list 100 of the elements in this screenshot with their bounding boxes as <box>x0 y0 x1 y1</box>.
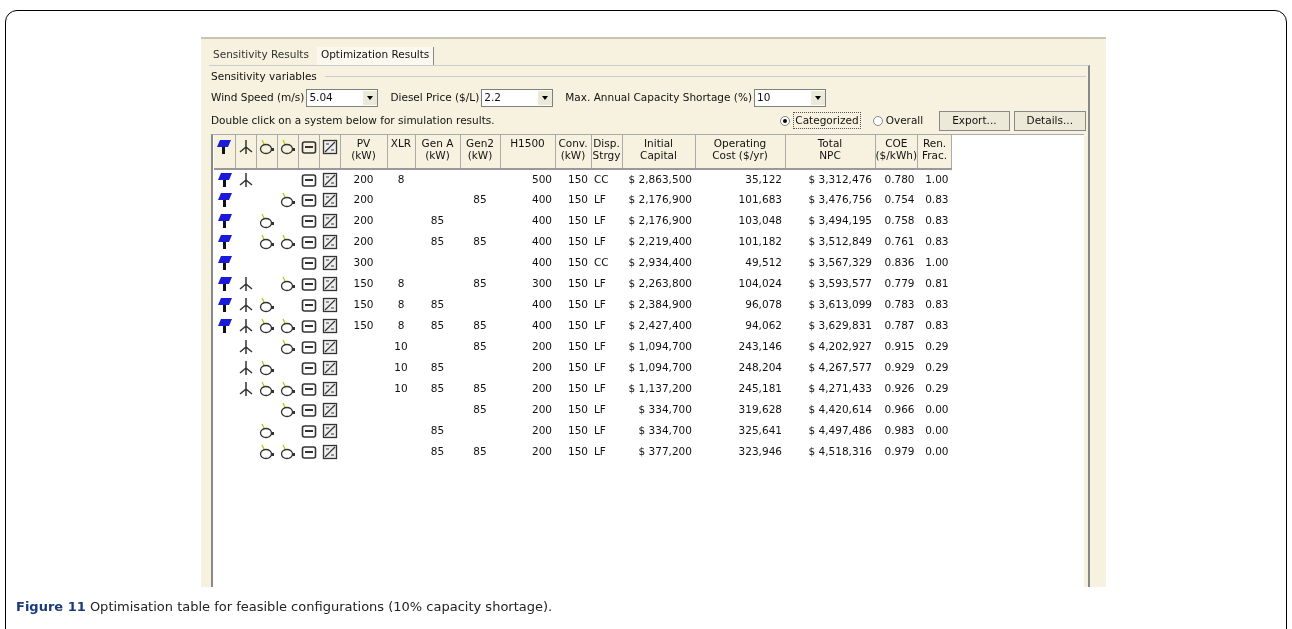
converter-icon <box>321 297 338 313</box>
table-cell: $ 4,420,614 <box>808 403 872 416</box>
table-cell: 325,641 <box>738 424 782 437</box>
table-cell: 200 <box>531 424 552 437</box>
dropdown[interactable]: 10 <box>754 88 826 107</box>
table-cell: $ 4,202,927 <box>808 340 872 353</box>
converter-icon <box>321 423 338 439</box>
converter-icon <box>321 255 338 271</box>
table-cell: 243,146 <box>738 340 782 353</box>
table-cell: 300 <box>353 256 374 269</box>
column-header[interactable]: Gen A (kW) <box>415 134 460 169</box>
tab[interactable]: Sensitivity Results <box>209 47 313 65</box>
hint-text: Double click on a system below for simulation results. <box>211 112 496 128</box>
generator-icon <box>279 318 296 334</box>
battery-icon <box>300 402 317 418</box>
table-cell: 8 <box>397 319 405 332</box>
table-cell: 85 <box>473 382 487 395</box>
table-cell: 49,512 <box>745 256 782 269</box>
table-cell: 0.81 <box>925 277 949 290</box>
table-cell: 85 <box>473 319 487 332</box>
radio-button[interactable] <box>872 115 883 126</box>
table-cell: 85 <box>430 382 445 395</box>
table-cell: 10 <box>394 382 408 395</box>
table-cell: 0.29 <box>925 361 949 374</box>
solar-panel-icon <box>216 276 233 292</box>
battery-icon <box>300 423 317 439</box>
battery-icon <box>300 276 317 292</box>
table-cell: $ 3,476,756 <box>808 193 872 206</box>
column-header[interactable]: XLR <box>387 134 415 169</box>
tab[interactable]: Optimization Results <box>316 47 435 65</box>
battery-icon <box>300 444 317 460</box>
column-header[interactable]: Disp. Strgy <box>591 134 622 169</box>
table-cell: 200 <box>531 361 552 374</box>
table-cell: 150 <box>567 340 588 353</box>
column-header[interactable]: Initial Capital <box>622 134 695 169</box>
table-cell: 400 <box>531 298 552 311</box>
table-cell: $ 2,427,400 <box>628 319 692 332</box>
dropdown[interactable]: 5.04 <box>306 88 379 107</box>
table-cell: 85 <box>430 424 445 437</box>
radio-label: Overall <box>885 112 924 128</box>
wind-turbine-icon <box>237 339 254 355</box>
table-cell: 85 <box>473 235 487 248</box>
table-cell: 0.83 <box>925 235 949 248</box>
dialog-button[interactable]: Details... <box>1013 110 1086 131</box>
column-header[interactable]: Gen2 (kW) <box>460 134 500 169</box>
table-cell: $ 334,700 <box>638 403 692 416</box>
solar-panel-icon <box>216 318 233 334</box>
battery-icon <box>300 234 317 250</box>
generator-icon <box>258 444 275 460</box>
table-cell: 0.929 <box>884 361 915 374</box>
table-cell: LF <box>594 424 606 437</box>
table-cell: 150 <box>353 298 374 311</box>
caret-icon <box>811 90 825 105</box>
table-cell: 0.00 <box>925 403 949 416</box>
column-header[interactable]: Total NPC <box>785 134 875 169</box>
table-cell: 85 <box>430 319 445 332</box>
table-cell: LF <box>594 277 606 290</box>
generator-icon <box>279 381 296 397</box>
table-cell: 0.83 <box>925 319 949 332</box>
dropdown-label: Wind Speed (m/s) <box>211 89 305 105</box>
dialog-button[interactable]: Export... <box>939 110 1010 131</box>
table-cell: 0.00 <box>925 445 949 458</box>
wind-turbine-icon <box>237 297 254 313</box>
battery-icon <box>300 138 317 155</box>
generator-icon <box>279 234 296 250</box>
table-cell: 85 <box>430 445 445 458</box>
table-cell: 150 <box>353 319 374 332</box>
column-header[interactable]: H1500 <box>500 134 555 169</box>
table-cell: 85 <box>430 298 445 311</box>
radio-button[interactable] <box>780 115 791 126</box>
converter-icon <box>321 276 338 292</box>
column-header[interactable]: Ren. Frac. <box>917 134 952 169</box>
table-cell: 248,204 <box>738 361 782 374</box>
table-cell: 200 <box>531 382 552 395</box>
table-cell: $ 334,700 <box>638 424 692 437</box>
column-header[interactable]: Operating Cost ($/yr) <box>695 134 785 169</box>
solar-panel-icon <box>216 234 233 250</box>
solar-panel-icon <box>216 255 233 271</box>
table-cell: 150 <box>567 214 588 227</box>
column-header[interactable]: PV (kW) <box>340 134 387 169</box>
generator-icon <box>279 138 296 155</box>
table-cell: $ 2,934,400 <box>628 256 692 269</box>
column-header[interactable]: COE ($/kWh) <box>875 134 918 169</box>
battery-icon <box>300 318 317 334</box>
table-cell: 0.915 <box>884 340 915 353</box>
generator-icon <box>258 381 275 397</box>
table-cell: $ 1,137,200 <box>628 382 692 395</box>
table-cell: LF <box>594 319 606 332</box>
figure-caption: Figure 11 Optimisation table for feasible configurations (10% capacity shortage). <box>16 598 554 616</box>
dropdown[interactable]: 2.2 <box>481 88 554 107</box>
table-cell: 0.783 <box>884 298 915 311</box>
column-header[interactable]: Conv. (kW) <box>555 134 591 169</box>
radio-label: Categorized <box>793 111 861 130</box>
generator-icon <box>258 234 275 250</box>
table-cell: 85 <box>473 193 487 206</box>
table-cell: $ 4,518,316 <box>808 445 872 458</box>
table-cell: LF <box>594 361 606 374</box>
table-cell: 150 <box>567 424 588 437</box>
table-cell: 10 <box>394 361 408 374</box>
table-cell: $ 3,312,476 <box>808 172 872 185</box>
